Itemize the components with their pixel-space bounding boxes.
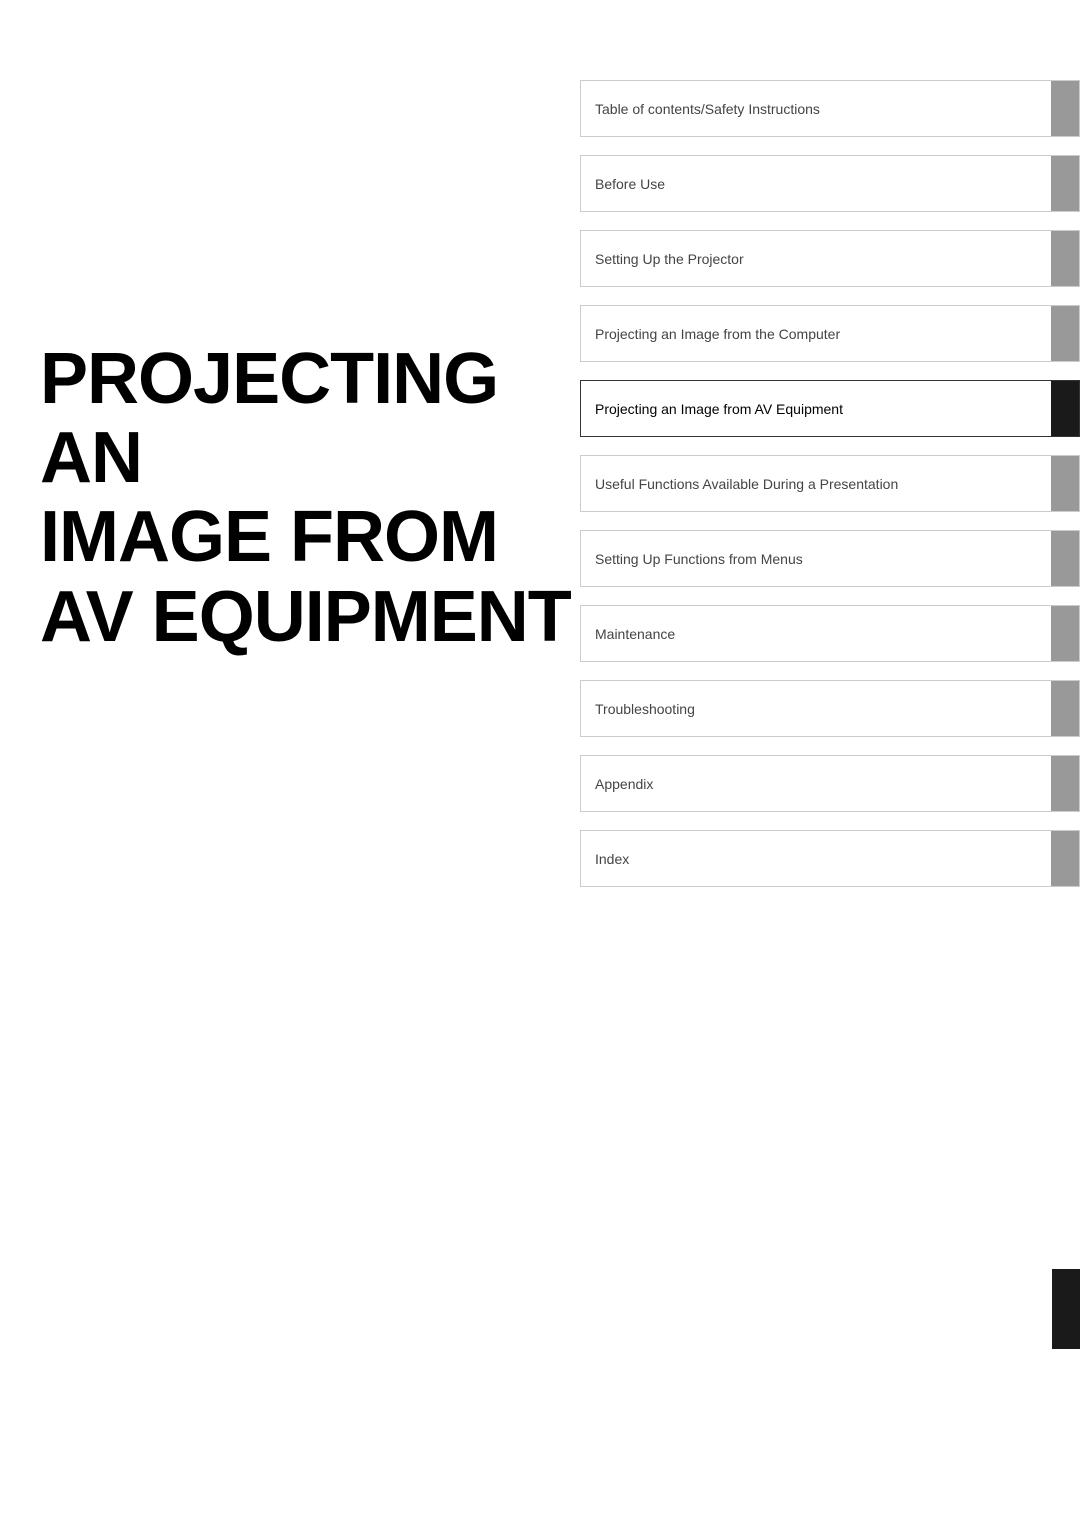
nav-item-projecting-computer[interactable]: Projecting an Image from the Computer	[580, 305, 1080, 362]
nav-item-useful-functions[interactable]: Useful Functions Available During a Pres…	[580, 455, 1080, 512]
nav-item-label-toc: Table of contents/Safety Instructions	[581, 81, 1051, 136]
nav-item-label-before-use: Before Use	[581, 156, 1051, 211]
nav-item-tab-toc	[1051, 81, 1079, 136]
nav-item-index[interactable]: Index	[580, 830, 1080, 887]
nav-item-label-index: Index	[581, 831, 1051, 886]
nav-item-label-projecting-computer: Projecting an Image from the Computer	[581, 306, 1051, 361]
nav-item-tab-troubleshooting	[1051, 681, 1079, 736]
nav-item-setting-up-menus[interactable]: Setting Up Functions from Menus	[580, 530, 1080, 587]
nav-item-label-maintenance: Maintenance	[581, 606, 1051, 661]
nav-item-label-troubleshooting: Troubleshooting	[581, 681, 1051, 736]
nav-item-tab-useful-functions	[1051, 456, 1079, 511]
nav-item-tab-projecting-av	[1051, 381, 1079, 436]
nav-item-projecting-av[interactable]: Projecting an Image from AV Equipment	[580, 380, 1080, 437]
nav-item-label-setting-up-projector: Setting Up the Projector	[581, 231, 1051, 286]
nav-item-maintenance[interactable]: Maintenance	[580, 605, 1080, 662]
nav-item-tab-maintenance	[1051, 606, 1079, 661]
bottom-tab-block	[1052, 1269, 1080, 1349]
nav-item-label-appendix: Appendix	[581, 756, 1051, 811]
nav-item-tab-appendix	[1051, 756, 1079, 811]
nav-item-label-projecting-av: Projecting an Image from AV Equipment	[581, 381, 1051, 436]
nav-item-before-use[interactable]: Before Use	[580, 155, 1080, 212]
navigation-panel: Table of contents/Safety Instructions Bef…	[580, 80, 1080, 905]
nav-item-tab-setting-up-menus	[1051, 531, 1079, 586]
title-line2: IMAGE FROM	[40, 497, 498, 577]
nav-item-toc[interactable]: Table of contents/Safety Instructions	[580, 80, 1080, 137]
nav-item-label-setting-up-menus: Setting Up Functions from Menus	[581, 531, 1051, 586]
nav-item-tab-setting-up-projector	[1051, 231, 1079, 286]
nav-item-tab-projecting-computer	[1051, 306, 1079, 361]
title-line1: PROJECTING AN	[40, 339, 498, 498]
nav-item-tab-before-use	[1051, 156, 1079, 211]
title-line3: AV EQUIPMENT	[40, 577, 571, 657]
nav-item-label-useful-functions: Useful Functions Available During a Pres…	[581, 456, 1051, 511]
nav-item-setting-up-projector[interactable]: Setting Up the Projector	[580, 230, 1080, 287]
nav-item-appendix[interactable]: Appendix	[580, 755, 1080, 812]
main-title: PROJECTING AN IMAGE FROM AV EQUIPMENT	[40, 340, 600, 657]
nav-item-troubleshooting[interactable]: Troubleshooting	[580, 680, 1080, 737]
nav-item-tab-index	[1051, 831, 1079, 886]
